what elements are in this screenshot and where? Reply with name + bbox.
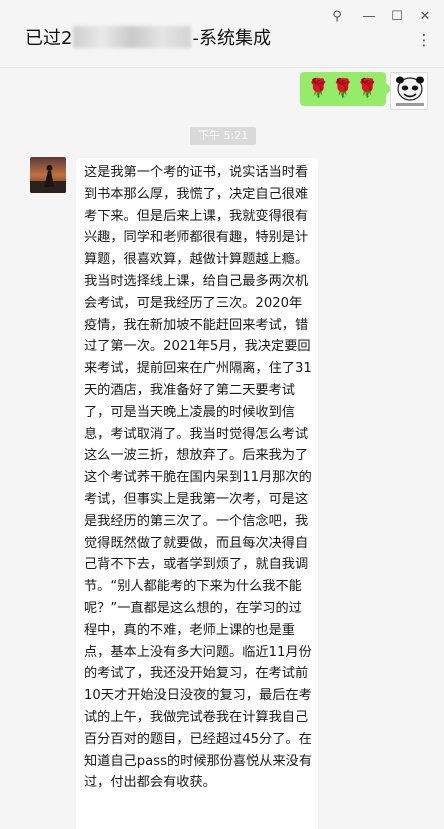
more-options-icon[interactable]: ⋮ [414,30,434,50]
chat-title-suffix: -系统集成 [192,28,271,49]
pin-icon[interactable]: ⚲ [326,6,348,28]
title-redaction [73,26,192,48]
rose-emoji: 🌹 [307,78,330,99]
outgoing-message[interactable]: 🌹 🌹 🌹 [300,72,392,106]
sunset-photo-icon [30,157,66,193]
minimize-icon[interactable]: — [358,6,380,28]
peer-avatar[interactable] [30,157,66,193]
close-icon[interactable]: ✕ [414,6,436,28]
self-avatar[interactable] [390,72,428,110]
timestamp: 下午 5:21 [190,127,257,145]
incoming-message-text: 这是我第一个考的证书，说实话当时看到书本那么厚，我慌了，决定自己很难考下来。但是… [84,165,313,791]
chat-title-prefix: 已过2 [25,28,73,49]
maximize-icon[interactable]: ☐ [386,6,408,28]
incoming-message-bubble[interactable]: 这是我第一个考的证书，说实话当时看到书本那么厚，我慌了，决定自己很难考下来。但是… [76,158,318,829]
outgoing-bubble[interactable]: 🌹 🌹 🌹 [300,72,392,106]
title-bar: 已过2 -系统集成 ⚲ — ☐ ✕ ⋮ [0,0,444,68]
chat-title: 已过2 -系统集成 [25,24,271,50]
rose-emoji: 🌹 [331,78,355,99]
panda-meme-icon [391,73,427,109]
rose-emoji: 🌹 [356,78,379,99]
